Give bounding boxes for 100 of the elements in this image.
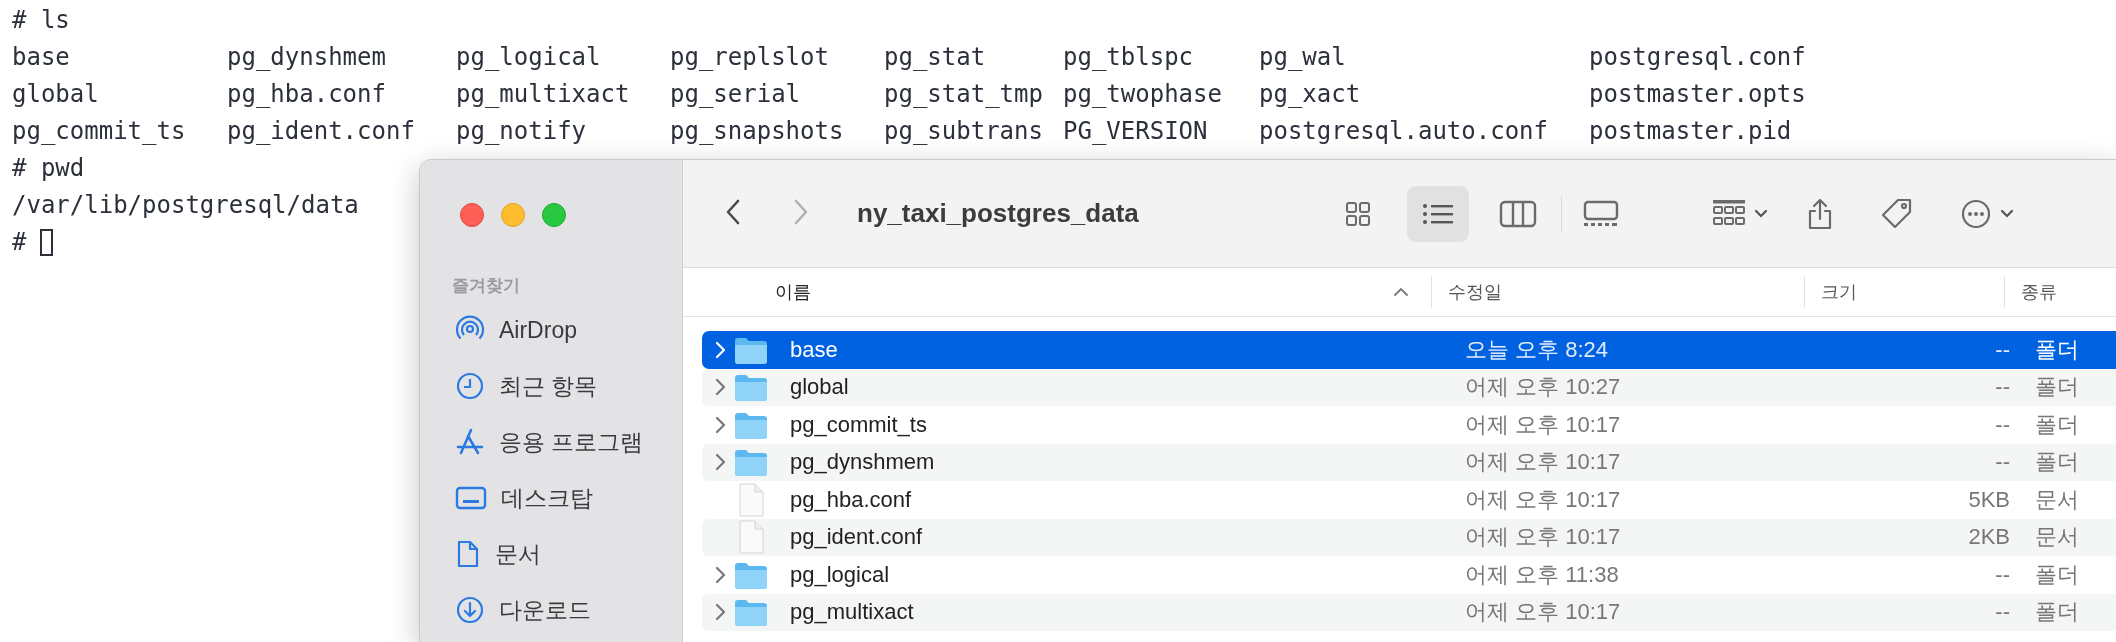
column-header[interactable]: 크기 (1821, 280, 1857, 304)
share-button[interactable] (1806, 196, 1834, 231)
download-icon (455, 595, 485, 625)
directory-entry: global (12, 80, 99, 108)
window-title: ny_taxi_postgres_data (857, 198, 1139, 228)
file-size: -- (1995, 599, 2010, 625)
file-size: 2KB (1968, 524, 2010, 550)
disclosure-chevron-icon (714, 565, 726, 584)
modified-date: 어제 오후 10:17 (1465, 449, 1621, 475)
column-header[interactable]: 수정일 (1448, 280, 1502, 304)
directory-entry: postgresql.auto.conf (1259, 117, 1548, 145)
file-kind: 폴더 (2035, 561, 2079, 587)
directory-entry: base (12, 43, 70, 71)
file-name: pg_logical (790, 561, 890, 588)
sidebar-item[interactable]: 최근 항목 (499, 370, 598, 402)
file-size: -- (1995, 336, 2010, 362)
document-icon (455, 539, 481, 569)
directory-entry: PG_VERSION (1063, 117, 1208, 145)
directory-entry: postmaster.opts (1589, 80, 1806, 108)
disclosure-chevron-icon (714, 603, 726, 622)
directory-entry: pg_subtrans (884, 117, 1043, 145)
terminal-prompt: # (12, 227, 27, 258)
forward-chevron-icon (793, 198, 809, 226)
dropdown-caret-icon (1754, 208, 1768, 219)
file-row[interactable]: global 어제 오후 10:27 -- 폴더 (702, 368, 2116, 406)
app-store-icon (455, 427, 485, 457)
text-cursor (40, 229, 54, 256)
file-size: -- (1995, 411, 2010, 437)
sidebar-item[interactable]: 응용 프로그램 (499, 426, 644, 458)
sidebar-item[interactable]: 다운로드 (499, 594, 591, 626)
directory-entry: pg_dynshmem (227, 43, 386, 71)
file-row[interactable]: pg_logical 어제 오후 11:38 -- 폴더 (702, 556, 2116, 594)
sidebar-heading: 즐겨찾기 (452, 276, 520, 295)
view-button[interactable] (1407, 185, 1469, 242)
directory-entry: pg_notify (456, 117, 587, 145)
file-row[interactable]: pg_hba.conf 어제 오후 10:17 5KB 문서 (702, 481, 2116, 519)
sidebar-item[interactable]: 문서 (495, 538, 541, 570)
file-size: -- (1995, 449, 2010, 475)
directory-entry: pg_replslot (670, 43, 829, 71)
dropdown-caret-icon (2000, 208, 2014, 219)
directory-entry: postmaster.pid (1589, 117, 1792, 145)
tag-icon (1880, 196, 1914, 231)
more-icon (1960, 197, 1992, 230)
back-chevron-icon (725, 198, 741, 226)
more-button[interactable] (1960, 197, 2014, 230)
column-header[interactable]: 이름 (775, 280, 811, 304)
directory-entry: pg_multixact (456, 80, 630, 108)
grid-group-icon (1712, 199, 1746, 228)
file-name: pg_ident.conf (790, 524, 923, 551)
file-name: global (790, 374, 849, 401)
file-kind: 폴더 (2035, 449, 2079, 475)
sort-ascending-icon (1393, 287, 1409, 297)
directory-entry: pg_snapshots (670, 117, 844, 145)
disclosure-chevron-icon (714, 378, 726, 397)
file-name: pg_hba.conf (790, 486, 912, 513)
directory-entry: pg_xact (1259, 80, 1361, 108)
folder-icon (734, 447, 768, 478)
column-header[interactable]: 종류 (2021, 280, 2057, 304)
directory-entry: pg_stat_tmp (884, 80, 1043, 108)
directory-entry: pg_tblspc (1063, 43, 1194, 71)
modified-date: 어제 오후 10:17 (1465, 599, 1621, 625)
terminal-output: /var/lib/postgresql/data (12, 190, 359, 221)
folder-icon (734, 597, 768, 628)
file-kind: 폴더 (2035, 374, 2079, 400)
file-size: -- (1995, 374, 2010, 400)
disclosure-chevron-icon (714, 453, 726, 472)
share-icon (1806, 196, 1834, 231)
sidebar-item[interactable]: 데스크탑 (501, 482, 593, 514)
file-row[interactable]: pg_commit_ts 어제 오후 10:17 -- 폴더 (702, 406, 2116, 444)
grid-view-icon (1344, 199, 1372, 228)
desktop-icon (455, 485, 487, 511)
modified-date: 어제 오후 10:17 (1465, 486, 1621, 512)
modified-date: 어제 오후 10:27 (1465, 374, 1621, 400)
directory-entry: pg_hba.conf (227, 80, 386, 108)
directory-entry: pg_stat (884, 43, 986, 71)
directory-entry: postgresql.conf (1589, 43, 1806, 71)
disclosure-chevron-icon (714, 415, 726, 434)
column-view-icon (1498, 198, 1538, 229)
file-row[interactable]: pg_multixact 어제 오후 10:17 -- 폴더 (702, 593, 2116, 631)
directory-entry: pg_twophase (1063, 80, 1222, 108)
tag-button[interactable] (1880, 196, 1914, 231)
sidebar-item[interactable]: AirDrop (499, 316, 577, 344)
group-button[interactable] (1712, 199, 1768, 228)
file-kind: 문서 (2035, 524, 2079, 550)
file-row[interactable]: pg_dynshmem 어제 오후 10:17 -- 폴더 (702, 443, 2116, 481)
file-name: base (790, 336, 838, 363)
close-button[interactable] (460, 203, 484, 227)
folder-icon (734, 372, 768, 403)
modified-date: 어제 오후 10:17 (1465, 411, 1621, 437)
gallery-view-icon (1581, 198, 1621, 229)
terminal-command: # pwd (12, 153, 85, 184)
directory-entry: pg_logical (456, 43, 601, 71)
file-row[interactable]: base 오늘 오후 8:24 -- 폴더 (702, 331, 2116, 369)
file-kind: 폴더 (2035, 599, 2079, 625)
file-name: pg_dynshmem (790, 449, 935, 476)
file-size: -- (1995, 561, 2010, 587)
file-size: 5KB (1968, 486, 2010, 512)
file-kind: 문서 (2035, 486, 2079, 512)
file-row[interactable]: pg_ident.conf 어제 오후 10:17 2KB 문서 (702, 518, 2116, 556)
terminal-command: # ls (12, 5, 70, 36)
